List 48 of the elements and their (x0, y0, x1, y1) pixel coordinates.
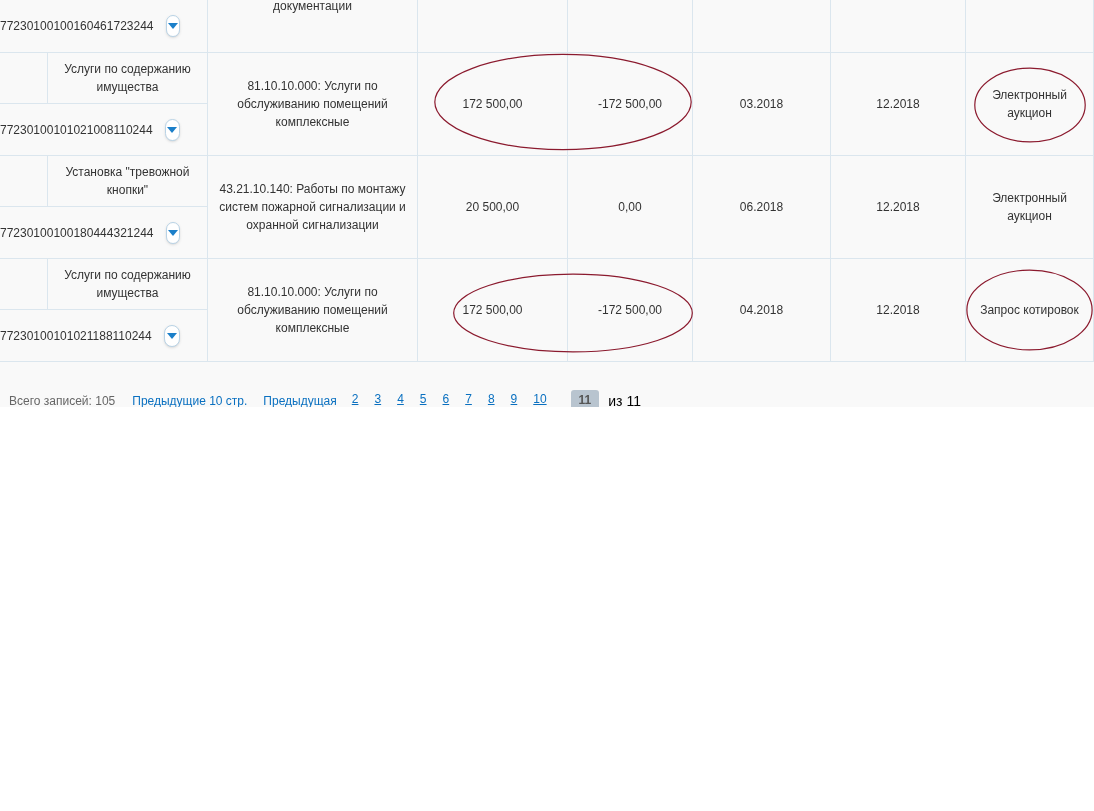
page-link[interactable]: 4 (391, 392, 410, 406)
page-link[interactable]: 10 (527, 392, 553, 406)
item-name: Услуги по содержанию имущества (63, 267, 192, 302)
page-count: из 11 (608, 394, 641, 407)
start-date: 06.2018 (739, 199, 784, 216)
purchase-code: 77230100101021008110244 (0, 121, 153, 139)
end-date: 12.2018 (876, 96, 920, 113)
procurement-method: Электронный аукцион (991, 190, 1068, 225)
previous-page-link[interactable]: Предыдущая (263, 394, 337, 407)
dropdown-button[interactable] (165, 221, 180, 244)
amount-change: -172 500,00 (597, 302, 663, 319)
caret-icon (167, 126, 178, 133)
start-date: 04.2018 (739, 302, 784, 319)
page-link[interactable]: 6 (436, 392, 456, 406)
procurement-method: Запрос котировок (980, 302, 1079, 319)
page-link[interactable]: 7 (459, 392, 478, 406)
dropdown-button[interactable] (164, 118, 180, 141)
amount-change: 0,00 (618, 199, 642, 216)
total-records: Всего записей: 105 (9, 394, 116, 407)
page-link[interactable]: 3 (368, 392, 388, 406)
start-date: 03.2018 (739, 96, 784, 113)
page-link[interactable]: 5 (413, 392, 433, 406)
amount-change: -172 500,00 (597, 96, 663, 113)
amount: 172 500,00 (462, 302, 523, 319)
dropdown-button[interactable] (163, 324, 180, 347)
current-page: 11 (570, 390, 600, 407)
amount: 20 500,00 (465, 199, 520, 216)
item-description: 43.21.10.140: Работы по монтажу систем пожарной сигнализации и охранной сигнализации (218, 181, 407, 234)
page-link[interactable]: 2 (345, 392, 365, 406)
item-name: Установка "тревожной кнопки" (64, 164, 191, 199)
end-date: 12.2018 (876, 199, 920, 216)
previous-ten-pages-link[interactable]: Предыдущие 10 стр. (132, 394, 248, 407)
end-date: 12.2018 (876, 302, 920, 319)
caret-icon (167, 229, 178, 236)
item-description: документации (273, 0, 352, 15)
page-link[interactable]: 8 (481, 392, 501, 406)
amount: 172 500,00 (462, 96, 523, 113)
caret-icon (166, 332, 177, 339)
purchase-code: 77230100101021188110244 (0, 327, 152, 345)
page-link[interactable]: 9 (504, 392, 524, 406)
dropdown-button[interactable] (165, 15, 180, 37)
item-description: 81.10.10.000: Услуги по обслуживанию помещений комплексные (236, 78, 389, 131)
procurement-method: Электронный аукцион (991, 87, 1068, 122)
item-description: 81.10.10.000: Услуги по обслуживанию помещений комплексные (236, 284, 389, 337)
purchase-code: 77230100100180444321244 (0, 224, 154, 242)
item-name: Услуги по содержанию имущества (63, 61, 192, 96)
purchase-code: 77230100100160461723244 (0, 18, 154, 35)
caret-icon (167, 23, 178, 29)
